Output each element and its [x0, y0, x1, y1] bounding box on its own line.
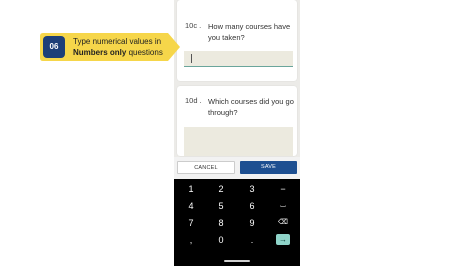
numeric-keyboard: 1 2 3 − 4 5 6 ⌴ 7 8 9 ⌫ , 0 . →: [174, 179, 300, 266]
callout-text: Type numerical values in Numbers only qu…: [73, 37, 178, 58]
key-2[interactable]: 2: [211, 182, 231, 196]
courses-list-input[interactable]: [184, 127, 293, 156]
space-key-icon[interactable]: ⌴: [273, 199, 293, 213]
key-5[interactable]: 5: [211, 199, 231, 213]
callout-text-bold: Numbers only: [73, 47, 127, 57]
key-0[interactable]: 0: [211, 233, 231, 247]
form-actions: CANCEL SAVE: [174, 157, 300, 179]
key-period[interactable]: .: [242, 233, 262, 247]
key-6[interactable]: 6: [242, 199, 262, 213]
backspace-icon[interactable]: ⌫: [273, 216, 293, 230]
key-3[interactable]: 3: [242, 182, 262, 196]
cancel-button[interactable]: CANCEL: [177, 161, 235, 174]
key-8[interactable]: 8: [211, 216, 231, 230]
text-cursor: [191, 54, 192, 63]
key-9[interactable]: 9: [242, 216, 262, 230]
question-card-10d: 10d . Which courses did you go through?: [177, 86, 297, 156]
callout-text-end: questions: [126, 47, 163, 57]
key-comma[interactable]: ,: [181, 233, 201, 247]
gesture-nav-bar[interactable]: [224, 260, 250, 262]
phone-screen: 10c . How many courses have you taken? 1…: [174, 0, 300, 266]
question-text: Which courses did you go through?: [208, 97, 294, 117]
callout-text-start: Type numerical values in: [73, 37, 162, 46]
key-7[interactable]: 7: [181, 216, 201, 230]
instruction-callout: 06 Type numerical values in Numbers only…: [40, 33, 180, 61]
courses-count-input[interactable]: [184, 51, 293, 67]
enter-arrow-icon[interactable]: →: [276, 234, 290, 245]
key-1[interactable]: 1: [181, 182, 201, 196]
key-4[interactable]: 4: [181, 199, 201, 213]
question-number: 10d .: [185, 96, 202, 105]
question-text: How many courses have you taken?: [208, 22, 291, 42]
question-card-10c: 10c . How many courses have you taken?: [177, 0, 297, 81]
step-badge: 06: [43, 36, 65, 58]
key-minus[interactable]: −: [273, 182, 293, 196]
save-button[interactable]: SAVE: [240, 161, 297, 174]
question-number: 10c .: [185, 21, 202, 30]
